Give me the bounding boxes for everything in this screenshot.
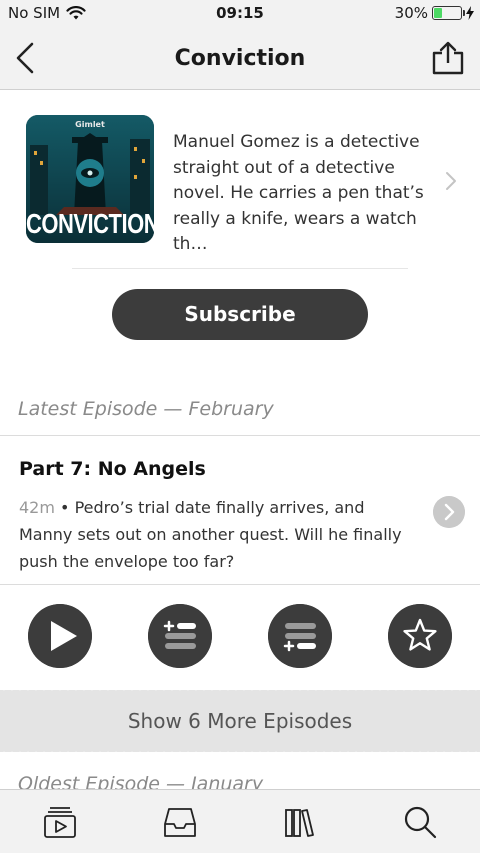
podcast-description[interactable]: Manuel Gomez is a detective straight out… xyxy=(173,130,435,258)
battery-icon xyxy=(432,6,465,20)
show-more-episodes-button[interactable]: Show 6 More Episodes xyxy=(0,687,480,755)
share-button[interactable] xyxy=(430,40,466,76)
status-right: 30% xyxy=(395,4,474,22)
episode-separator: • xyxy=(54,498,75,517)
tab-library[interactable] xyxy=(282,804,318,840)
play-next-icon xyxy=(163,620,196,649)
episode-card[interactable]: Part 7: No Angels 42m • Pedro’s trial da… xyxy=(0,435,480,585)
play-later-icon xyxy=(283,623,316,652)
episode-description: 42m • Pedro’s trial date finally arrives… xyxy=(19,494,419,575)
battery-fill xyxy=(434,8,442,18)
episode-title: Part 7: No Angels xyxy=(19,458,206,480)
play-later-button[interactable] xyxy=(268,604,332,668)
subscribe-button[interactable]: Subscribe xyxy=(112,289,368,340)
tab-bar xyxy=(0,789,480,853)
navigation-bar: Conviction xyxy=(0,28,480,90)
header-divider xyxy=(72,268,408,269)
page-title: Conviction xyxy=(174,46,306,71)
battery-percent: 30% xyxy=(394,4,428,22)
play-next-button[interactable] xyxy=(148,604,212,668)
inbox-icon xyxy=(164,808,196,837)
library-icon xyxy=(285,809,314,837)
episode-detail-chevron-icon[interactable] xyxy=(433,496,465,528)
charging-icon xyxy=(466,6,474,20)
podcast-header: Gimlet CONVICTION Manuel Gomez is a dete… xyxy=(0,90,480,272)
tab-search[interactable] xyxy=(402,804,438,840)
artwork-title: CONVICTION xyxy=(26,207,154,239)
tab-inbox[interactable] xyxy=(162,804,198,840)
status-bar: No SIM 09:15 30% xyxy=(0,0,480,28)
search-icon xyxy=(404,806,437,839)
play-button[interactable] xyxy=(28,604,92,668)
podcast-artwork[interactable]: Gimlet CONVICTION xyxy=(26,115,154,243)
artwork-brand: Gimlet xyxy=(75,120,105,129)
favorite-button[interactable] xyxy=(388,604,452,668)
episode-duration: 42m xyxy=(19,498,55,517)
unplayed-icon xyxy=(44,807,76,838)
episode-actions xyxy=(0,588,480,688)
tab-unplayed[interactable] xyxy=(42,804,78,840)
episode-summary: Pedro’s trial date finally arrives, and … xyxy=(19,498,402,571)
latest-episode-label: Latest Episode — February xyxy=(18,398,274,420)
chevron-right-icon[interactable] xyxy=(444,170,458,192)
